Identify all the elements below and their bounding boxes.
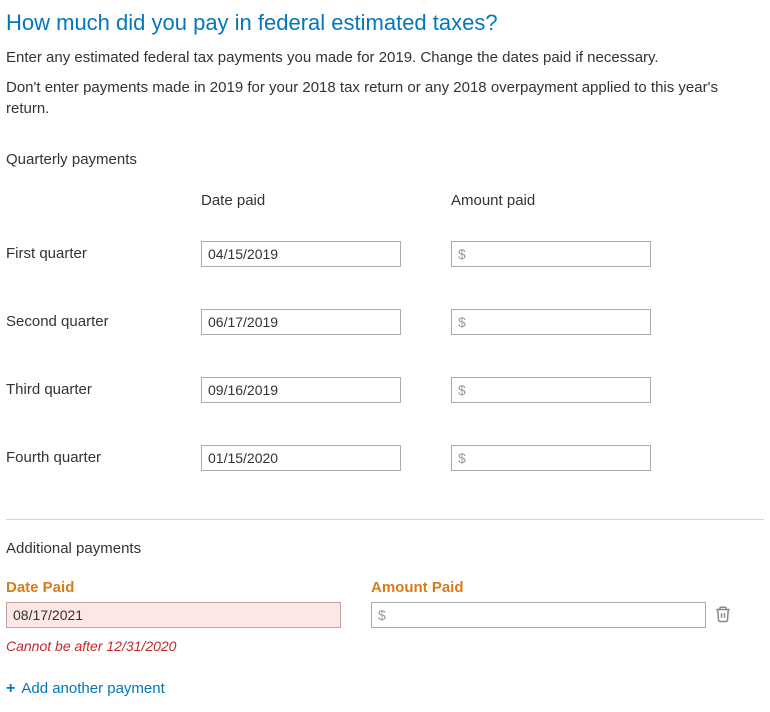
row-label-q4: Fourth quarter	[6, 449, 201, 466]
column-header-amount: Amount paid	[451, 192, 651, 209]
amount-input-q2[interactable]	[451, 309, 651, 335]
additional-header-amount: Amount Paid	[371, 579, 706, 596]
delete-payment-button[interactable]	[706, 602, 740, 628]
add-another-payment-link[interactable]: + Add another payment	[6, 680, 165, 698]
row-label-q1: First quarter	[6, 245, 201, 262]
section-divider	[6, 519, 764, 520]
add-another-payment-label: Add another payment	[21, 680, 164, 697]
additional-amount-input[interactable]	[371, 602, 706, 628]
quarterly-section-label: Quarterly payments	[6, 151, 764, 168]
additional-date-error: Cannot be after 12/31/2020	[6, 638, 341, 654]
amount-input-q4[interactable]	[451, 445, 651, 471]
date-input-q1[interactable]	[201, 241, 401, 267]
page-title: How much did you pay in federal estimate…	[6, 10, 764, 36]
column-header-date: Date paid	[201, 192, 401, 209]
date-input-q4[interactable]	[201, 445, 401, 471]
row-label-q3: Third quarter	[6, 381, 201, 398]
row-label-q2: Second quarter	[6, 313, 201, 330]
intro-text-2: Don't enter payments made in 2019 for yo…	[6, 78, 764, 119]
amount-input-q1[interactable]	[451, 241, 651, 267]
date-input-q3[interactable]	[201, 377, 401, 403]
amount-input-q3[interactable]	[451, 377, 651, 403]
additional-date-input[interactable]	[6, 602, 341, 628]
additional-header-date: Date Paid	[6, 579, 341, 596]
intro-text-1: Enter any estimated federal tax payments…	[6, 48, 764, 68]
trash-icon	[714, 604, 732, 628]
plus-icon: +	[6, 680, 15, 698]
additional-section-label: Additional payments	[6, 540, 764, 557]
date-input-q2[interactable]	[201, 309, 401, 335]
